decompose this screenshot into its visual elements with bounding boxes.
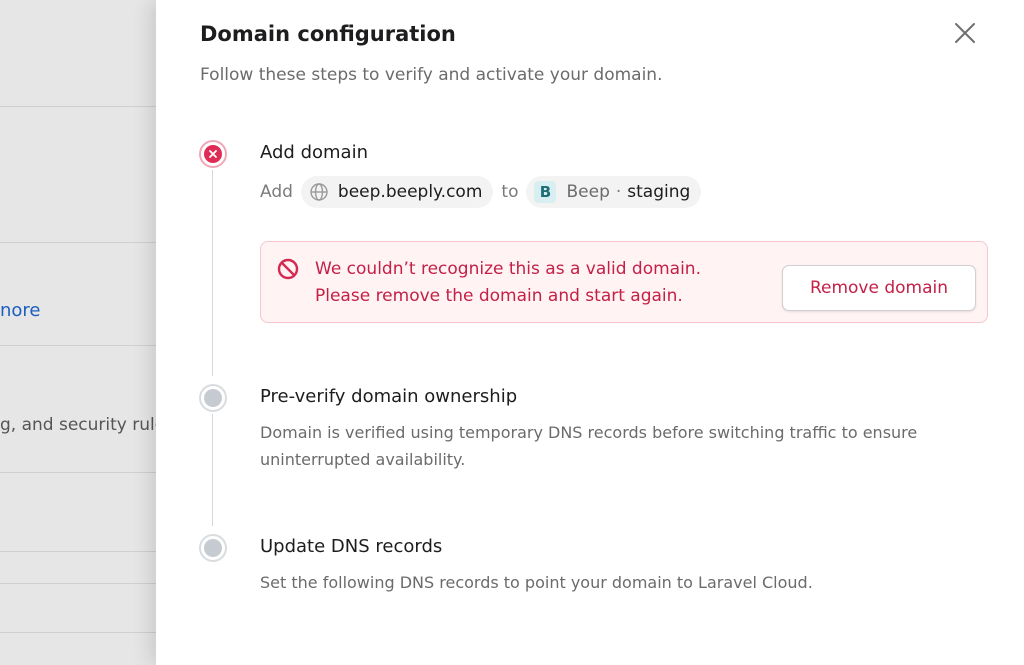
add-prefix: Add	[260, 182, 293, 202]
remove-domain-button[interactable]: Remove domain	[782, 265, 976, 311]
project-chip: B Beep · staging	[526, 176, 702, 208]
background-divider	[0, 583, 156, 584]
environment-name: staging	[627, 182, 691, 202]
background-page: nore g, and security rule	[0, 0, 165, 665]
background-divider	[0, 632, 156, 633]
step-error-icon	[199, 140, 227, 168]
error-alert: We couldn’t recognize this as a valid do…	[260, 241, 988, 323]
timeline-connector	[212, 170, 213, 376]
timeline-connector	[212, 414, 213, 526]
step-title-add-domain: Add domain	[260, 142, 368, 163]
step-pending-icon	[199, 384, 227, 412]
step-description: Set the following DNS records to point y…	[260, 573, 813, 592]
drawer-title: Domain configuration	[200, 22, 456, 46]
background-divider	[0, 106, 156, 107]
step-title-pre-verify: Pre-verify domain ownership	[260, 386, 518, 407]
step-title-update-dns: Update DNS records	[260, 536, 443, 557]
background-divider	[0, 345, 156, 346]
domain-name: beep.beeply.com	[337, 182, 483, 202]
background-divider	[0, 242, 156, 243]
background-link[interactable]: nore	[0, 300, 41, 321]
project-separator: ·	[615, 182, 622, 202]
background-divider	[0, 551, 156, 552]
globe-icon	[310, 183, 328, 201]
background-divider	[0, 472, 156, 473]
step-description-line: Domain is verified using temporary DNS r…	[260, 423, 918, 442]
step-pending-icon	[199, 534, 227, 562]
project-badge: B	[534, 181, 557, 203]
step-description: Domain is verified using temporary DNS r…	[260, 419, 917, 473]
add-domain-summary: Add beep.beeply.com to B Beep · staging	[260, 176, 709, 208]
to-label: to	[501, 182, 519, 202]
error-message: We couldn’t recognize this as a valid do…	[315, 256, 701, 310]
x-icon	[209, 150, 217, 158]
error-message-line: Please remove the domain and start again…	[315, 286, 683, 306]
step-description-line: uninterrupted availability.	[260, 450, 466, 469]
close-icon[interactable]	[952, 20, 978, 46]
ban-icon	[277, 258, 299, 280]
domain-chip: beep.beeply.com	[300, 176, 494, 208]
background-text: g, and security rule	[0, 415, 166, 435]
error-message-line: We couldn’t recognize this as a valid do…	[315, 259, 701, 279]
drawer-subtitle: Follow these steps to verify and activat…	[200, 65, 663, 85]
domain-configuration-drawer: Domain configuration Follow these steps …	[156, 0, 1024, 665]
project-name: Beep	[566, 182, 610, 202]
